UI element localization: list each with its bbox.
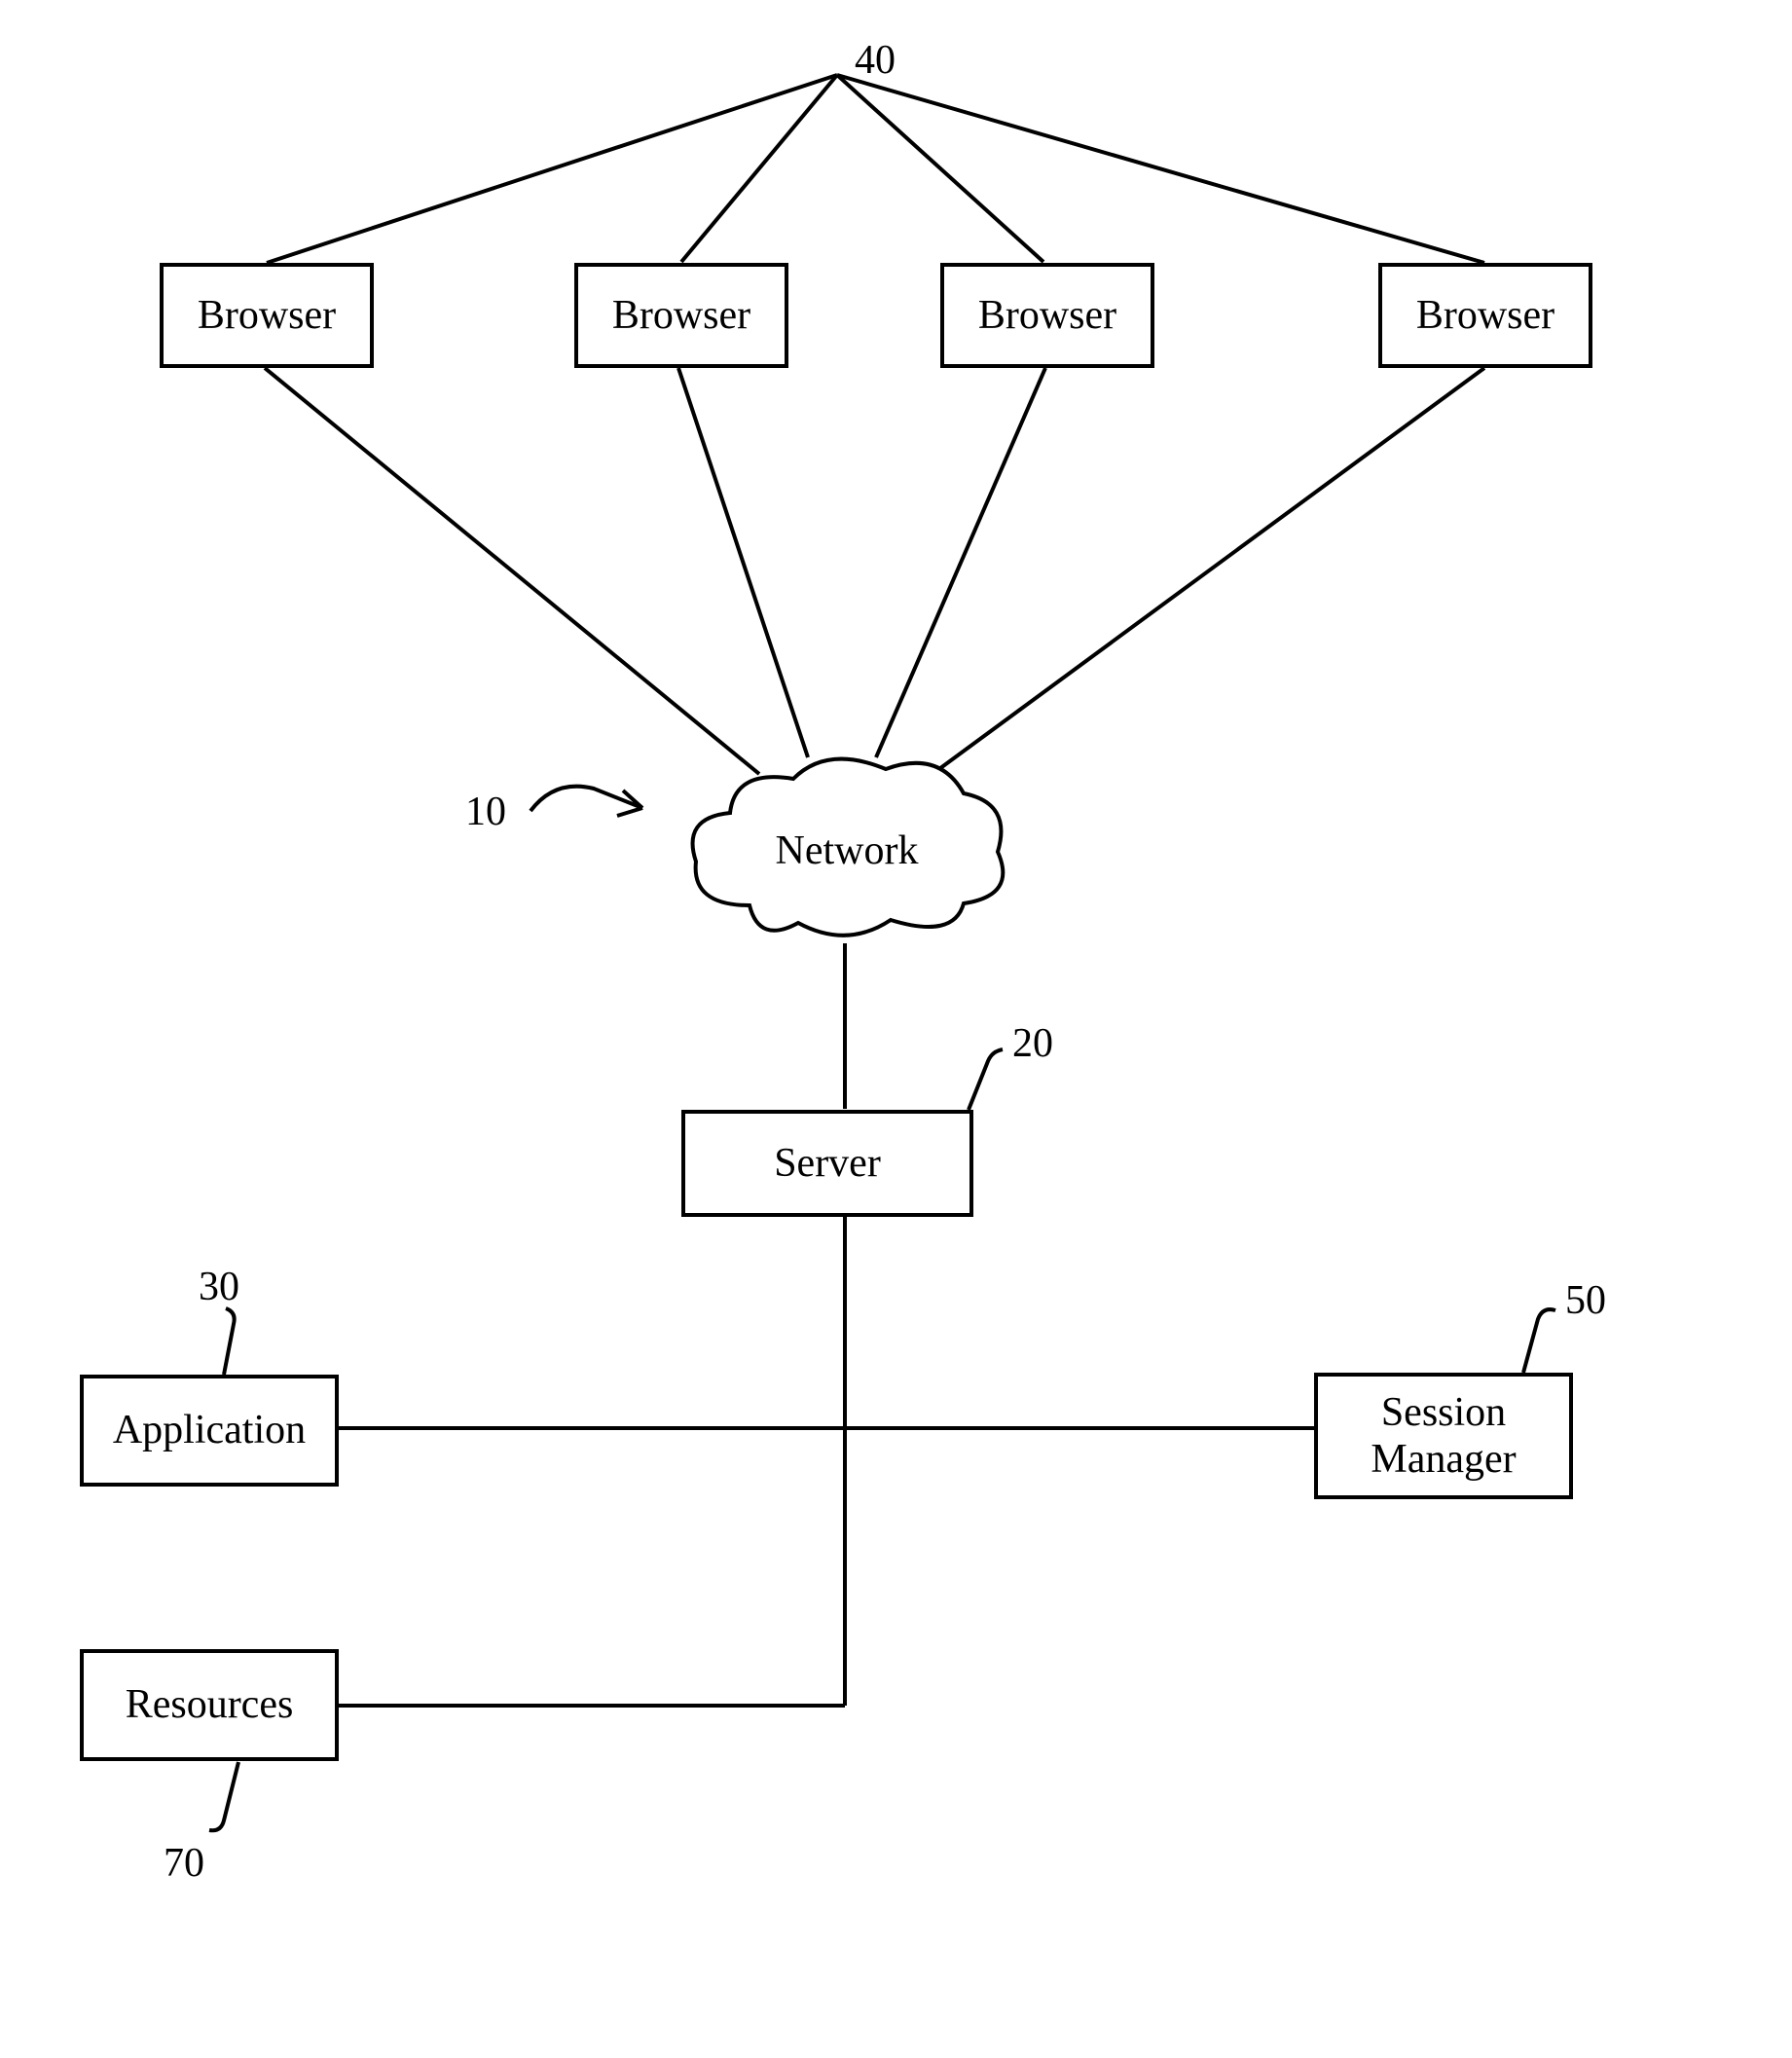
browser-box-4: Browser — [1378, 263, 1592, 368]
session-manager-label: Session Manager — [1371, 1389, 1516, 1484]
network-cloud: Network — [681, 750, 1012, 944]
browser-4-label: Browser — [1416, 292, 1554, 339]
ref-server: 20 — [1012, 1020, 1053, 1067]
browser-box-3: Browser — [940, 263, 1154, 368]
browser-box-1: Browser — [160, 263, 374, 368]
ref-session-manager: 50 — [1565, 1277, 1606, 1324]
browser-1-label: Browser — [198, 292, 336, 339]
ref-system: 10 — [465, 789, 506, 835]
application-box: Application — [80, 1375, 339, 1487]
session-manager-box: Session Manager — [1314, 1373, 1573, 1499]
ref-browsers-group: 40 — [855, 37, 896, 84]
architecture-diagram: 40 10 20 30 50 70 Browser Browser Browse… — [0, 0, 1792, 2058]
browser-3-label: Browser — [978, 292, 1116, 339]
network-label: Network — [681, 827, 1012, 874]
resources-box: Resources — [80, 1649, 339, 1761]
server-box: Server — [681, 1110, 973, 1217]
browser-2-label: Browser — [612, 292, 750, 339]
server-label: Server — [774, 1140, 881, 1187]
ref-resources: 70 — [164, 1840, 204, 1887]
resources-label: Resources — [126, 1681, 294, 1728]
browser-box-2: Browser — [574, 263, 788, 368]
ref-application: 30 — [199, 1264, 239, 1310]
application-label: Application — [113, 1407, 306, 1453]
